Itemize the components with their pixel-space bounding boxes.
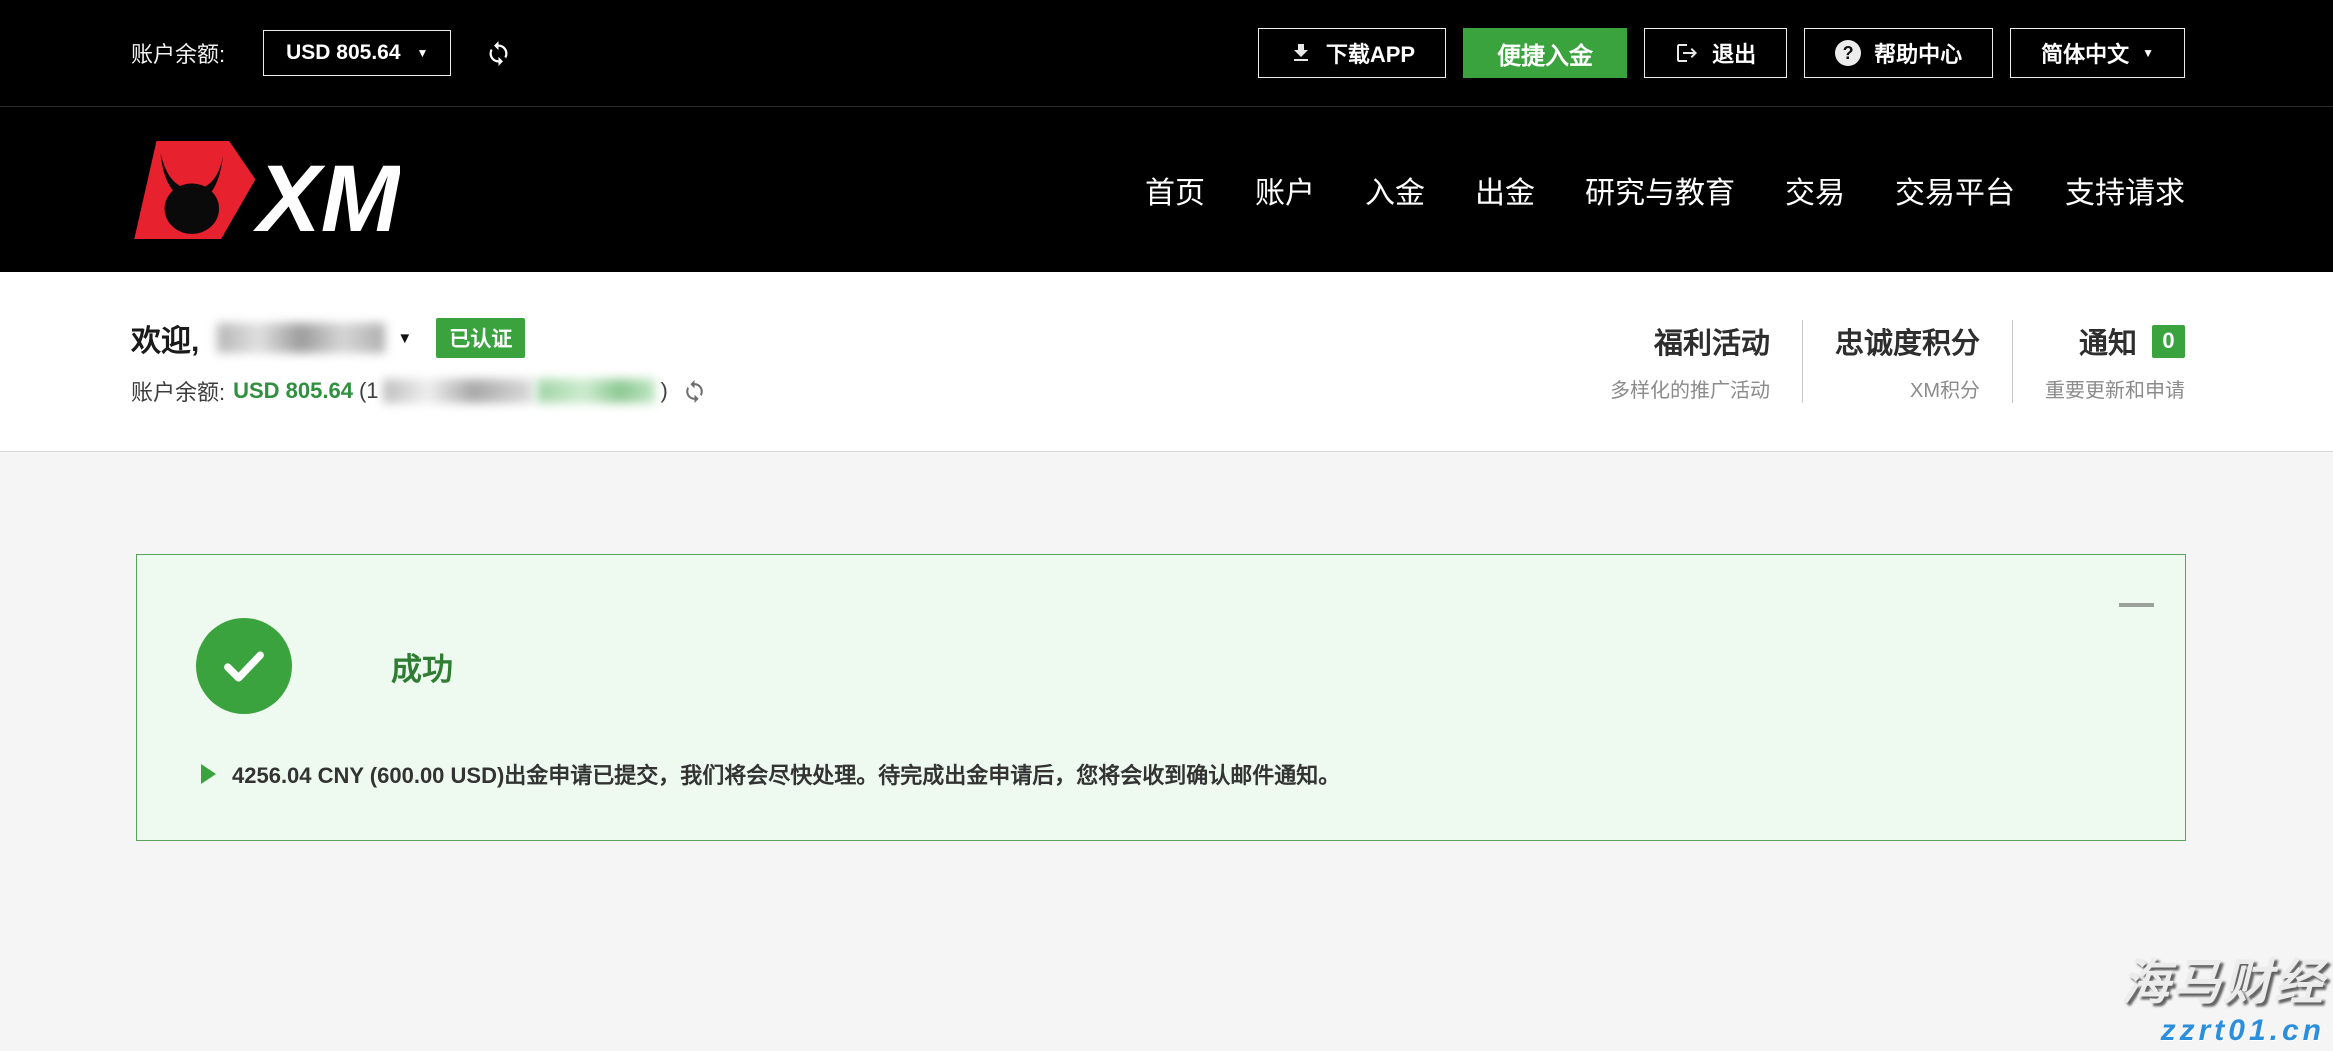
language-label: 简体中文 [2041,37,2129,69]
notification-count-badge: 0 [2152,325,2185,358]
top-utility-bar: 账户余额: USD 805.64 ▼ 下载APP 便捷入金 退出 ? 帮助中心 … [0,0,2333,107]
success-message-row: 4256.04 CNY (600.00 USD)出金申请已提交，我们将会尽快处理… [201,758,1340,790]
bullet-triangle-icon [201,764,216,784]
masked-username [217,323,385,353]
watermark-brand: 海马财经 [2121,943,2325,1014]
help-center-label: 帮助中心 [1874,37,1962,69]
nav-item-account[interactable]: 账户 [1255,168,1315,212]
greeting-text: 欢迎, [131,316,199,360]
notifications-subtitle: 重要更新和申请 [2045,374,2185,403]
nav-item-home[interactable]: 首页 [1145,168,1205,212]
refresh-account-icon[interactable] [682,379,707,404]
account-open-paren: (1 [359,378,379,404]
download-icon [1289,41,1313,65]
quick-link-notifications[interactable]: 通知 0 重要更新和申请 [2012,320,2185,403]
loyalty-title: 忠诚度积分 [1835,320,1980,362]
balance-dropdown[interactable]: USD 805.64 ▼ [263,30,451,76]
welcome-strip: 欢迎, ▼ 已认证 账户余额: USD 805.64 (1 ) 福利活动 多样化… [0,272,2333,452]
balance-value: USD 805.64 [286,41,400,65]
nav-item-deposit[interactable]: 入金 [1365,168,1425,212]
logout-button[interactable]: 退出 [1644,28,1787,78]
masked-account-type [537,379,655,403]
success-title: 成功 [391,644,453,689]
question-circle-icon: ? [1835,40,1861,66]
collapse-panel-button[interactable] [2119,603,2154,607]
topbar-actions: 下载APP 便捷入金 退出 ? 帮助中心 简体中文 ▼ [1258,28,2185,78]
nav-item-trading[interactable]: 交易 [1785,168,1845,212]
nav-item-platforms[interactable]: 交易平台 [1895,168,2015,212]
balance-value: USD 805.64 [233,378,353,404]
nav-item-withdraw[interactable]: 出金 [1475,168,1535,212]
verified-badge: 已认证 [436,318,525,358]
download-app-label: 下载APP [1326,37,1415,69]
nav-items: 首页 账户 入金 出金 研究与教育 交易 交易平台 支持请求 [1145,168,2185,212]
success-message: 4256.04 CNY (600.00 USD)出金申请已提交，我们将会尽快处理… [232,758,1340,790]
quick-deposit-label: 便捷入金 [1497,36,1593,71]
quick-link-promotions[interactable]: 福利活动 多样化的推广活动 [1578,320,1802,403]
success-panel: 成功 4256.04 CNY (600.00 USD)出金申请已提交，我们将会尽… [136,554,2186,841]
xm-logo[interactable]: XM [128,137,400,243]
chevron-down-icon: ▼ [2142,46,2154,60]
balance-label: 账户余额: [131,375,225,407]
main-content: 成功 4256.04 CNY (600.00 USD)出金申请已提交，我们将会尽… [0,452,2333,1050]
loyalty-subtitle: XM积分 [1835,374,1980,403]
account-balance-label: 账户余额: [131,37,225,69]
success-panel-header: 成功 [196,618,453,714]
welcome-left: 欢迎, ▼ 已认证 账户余额: USD 805.64 (1 ) [131,316,707,407]
svg-text:XM: XM [252,145,400,242]
notifications-title: 通知 [2079,320,2137,362]
refresh-balance-icon[interactable] [485,40,512,67]
account-close-paren: ) [661,378,668,404]
success-check-icon [196,618,292,714]
promotions-subtitle: 多样化的推广活动 [1610,374,1770,403]
masked-account-number [383,379,533,403]
quick-link-loyalty[interactable]: 忠诚度积分 XM积分 [1802,320,2012,403]
help-center-button[interactable]: ? 帮助中心 [1804,28,1993,78]
language-dropdown[interactable]: 简体中文 ▼ [2010,28,2185,78]
watermark: 海马财经 zzrt01.cn [2121,943,2325,1048]
user-dropdown-caret-icon[interactable]: ▼ [397,330,412,347]
logout-label: 退出 [1712,37,1756,69]
quick-deposit-button[interactable]: 便捷入金 [1463,28,1627,78]
promotions-title: 福利活动 [1610,320,1770,362]
watermark-url: zzrt01.cn [2121,1014,2325,1048]
download-app-button[interactable]: 下载APP [1258,28,1446,78]
logout-icon [1675,41,1699,65]
welcome-quick-links: 福利活动 多样化的推广活动 忠诚度积分 XM积分 通知 0 重要更新和申请 [1578,320,2185,403]
nav-item-research-education[interactable]: 研究与教育 [1585,168,1735,212]
main-nav-bar: XM 首页 账户 入金 出金 研究与教育 交易 交易平台 支持请求 [0,107,2333,272]
chevron-down-icon: ▼ [417,46,429,60]
nav-item-support[interactable]: 支持请求 [2065,168,2185,212]
